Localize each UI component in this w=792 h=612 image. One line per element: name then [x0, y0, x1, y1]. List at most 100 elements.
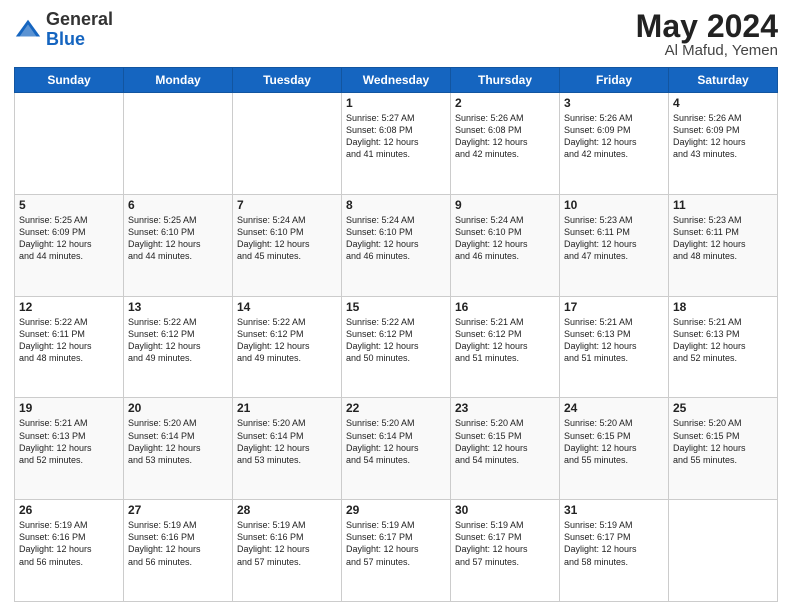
day-number: 29: [346, 503, 446, 517]
day-number: 25: [673, 401, 773, 415]
day-info: Sunrise: 5:21 AM Sunset: 6:13 PM Dayligh…: [564, 316, 664, 365]
day-cell-9: 9Sunrise: 5:24 AM Sunset: 6:10 PM Daylig…: [451, 194, 560, 296]
day-cell-1: 1 Sunrise: 5:27 AM Sunset: 6:08 PM Daylig…: [342, 93, 451, 195]
day-cell-6: 6 Sunrise: 5:25 AM Sunset: 6:10 PM Daylig…: [124, 194, 233, 296]
page: General Blue May 2024 Al Mafud, Yemen Su…: [0, 0, 792, 612]
day-number: 1: [346, 96, 446, 110]
logo-general-text: General: [46, 9, 113, 29]
day-info: Sunrise: 5:19 AM Sunset: 6:16 PM Dayligh…: [237, 519, 337, 568]
day-info: Sunrise: 5:21 AM Sunset: 6:13 PM Dayligh…: [19, 417, 119, 466]
day-number: 26: [19, 503, 119, 517]
day-cell-8: 8 Sunrise: 5:24 AM Sunset: 6:10 PM Daylig…: [342, 194, 451, 296]
day-cell-31: 31Sunrise: 5:19 AM Sunset: 6:17 PM Dayli…: [560, 500, 669, 602]
logo-blue-text: Blue: [46, 29, 85, 49]
day-number: 20: [128, 401, 228, 415]
day-info: Sunrise: 5:19 AM Sunset: 6:16 PM Dayligh…: [19, 519, 119, 568]
day-info: Sunrise: 5:26 AM Sunset: 6:09 PM Dayligh…: [673, 112, 773, 161]
day-number: 30: [455, 503, 555, 517]
weekday-thursday: Thursday: [451, 68, 560, 93]
day-info: Sunrise: 5:24 AM Sunset: 6:10 PM Dayligh…: [346, 214, 446, 263]
logo-text: General Blue: [46, 10, 113, 50]
day-info: Sunrise: 5:20 AM Sunset: 6:15 PM Dayligh…: [564, 417, 664, 466]
day-cell-25: 25 Sunrise: 5:20 AM Sunset: 6:15 PM Dayli…: [669, 398, 778, 500]
weekday-tuesday: Tuesday: [233, 68, 342, 93]
day-info: Sunrise: 5:26 AM Sunset: 6:08 PM Dayligh…: [455, 112, 555, 161]
day-info: Sunrise: 5:20 AM Sunset: 6:14 PM Dayligh…: [237, 417, 337, 466]
title-location: Al Mafud, Yemen: [636, 42, 778, 59]
day-cell-14: 14 Sunrise: 5:22 AM Sunset: 6:12 PM Dayli…: [233, 296, 342, 398]
week-row-2: 12Sunrise: 5:22 AM Sunset: 6:11 PM Dayli…: [15, 296, 778, 398]
day-info: Sunrise: 5:25 AM Sunset: 6:10 PM Dayligh…: [128, 214, 228, 263]
day-cell-19: 19 Sunrise: 5:21 AM Sunset: 6:13 PM Dayli…: [15, 398, 124, 500]
day-info: Sunrise: 5:23 AM Sunset: 6:11 PM Dayligh…: [564, 214, 664, 263]
title-month: May 2024: [636, 10, 778, 42]
day-cell-24: 24 Sunrise: 5:20 AM Sunset: 6:15 PM Dayli…: [560, 398, 669, 500]
day-info: Sunrise: 5:24 AM Sunset: 6:10 PM Dayligh…: [455, 214, 555, 263]
week-row-3: 19 Sunrise: 5:21 AM Sunset: 6:13 PM Dayli…: [15, 398, 778, 500]
day-number: 15: [346, 300, 446, 314]
day-number: 19: [19, 401, 119, 415]
weekday-monday: Monday: [124, 68, 233, 93]
weekday-friday: Friday: [560, 68, 669, 93]
day-cell-17: 17 Sunrise: 5:21 AM Sunset: 6:13 PM Dayli…: [560, 296, 669, 398]
day-number: 24: [564, 401, 664, 415]
day-info: Sunrise: 5:22 AM Sunset: 6:12 PM Dayligh…: [128, 316, 228, 365]
calendar-table: SundayMondayTuesdayWednesdayThursdayFrid…: [14, 67, 778, 602]
day-cell-5: 5Sunrise: 5:25 AM Sunset: 6:09 PM Daylig…: [15, 194, 124, 296]
logo: General Blue: [14, 10, 113, 50]
day-number: 23: [455, 401, 555, 415]
day-number: 8: [346, 198, 446, 212]
day-number: 18: [673, 300, 773, 314]
empty-cell: [669, 500, 778, 602]
empty-cell: [124, 93, 233, 195]
day-cell-11: 11Sunrise: 5:23 AM Sunset: 6:11 PM Dayli…: [669, 194, 778, 296]
day-cell-15: 15 Sunrise: 5:22 AM Sunset: 6:12 PM Dayli…: [342, 296, 451, 398]
weekday-sunday: Sunday: [15, 68, 124, 93]
day-number: 2: [455, 96, 555, 110]
day-info: Sunrise: 5:21 AM Sunset: 6:13 PM Dayligh…: [673, 316, 773, 365]
day-cell-10: 10 Sunrise: 5:23 AM Sunset: 6:11 PM Dayli…: [560, 194, 669, 296]
day-info: Sunrise: 5:19 AM Sunset: 6:17 PM Dayligh…: [564, 519, 664, 568]
day-cell-13: 13 Sunrise: 5:22 AM Sunset: 6:12 PM Dayli…: [124, 296, 233, 398]
weekday-header-row: SundayMondayTuesdayWednesdayThursdayFrid…: [15, 68, 778, 93]
day-info: Sunrise: 5:19 AM Sunset: 6:17 PM Dayligh…: [346, 519, 446, 568]
day-cell-30: 30 Sunrise: 5:19 AM Sunset: 6:17 PM Dayli…: [451, 500, 560, 602]
day-info: Sunrise: 5:22 AM Sunset: 6:12 PM Dayligh…: [346, 316, 446, 365]
weekday-saturday: Saturday: [669, 68, 778, 93]
weekday-wednesday: Wednesday: [342, 68, 451, 93]
week-row-0: 1 Sunrise: 5:27 AM Sunset: 6:08 PM Daylig…: [15, 93, 778, 195]
day-number: 14: [237, 300, 337, 314]
empty-cell: [15, 93, 124, 195]
day-info: Sunrise: 5:27 AM Sunset: 6:08 PM Dayligh…: [346, 112, 446, 161]
day-number: 6: [128, 198, 228, 212]
day-number: 22: [346, 401, 446, 415]
day-info: Sunrise: 5:22 AM Sunset: 6:11 PM Dayligh…: [19, 316, 119, 365]
day-info: Sunrise: 5:20 AM Sunset: 6:14 PM Dayligh…: [128, 417, 228, 466]
empty-cell: [233, 93, 342, 195]
day-cell-27: 27Sunrise: 5:19 AM Sunset: 6:16 PM Dayli…: [124, 500, 233, 602]
day-cell-12: 12Sunrise: 5:22 AM Sunset: 6:11 PM Dayli…: [15, 296, 124, 398]
day-cell-26: 26 Sunrise: 5:19 AM Sunset: 6:16 PM Dayli…: [15, 500, 124, 602]
day-cell-18: 18 Sunrise: 5:21 AM Sunset: 6:13 PM Dayli…: [669, 296, 778, 398]
day-cell-22: 22 Sunrise: 5:20 AM Sunset: 6:14 PM Dayli…: [342, 398, 451, 500]
day-info: Sunrise: 5:23 AM Sunset: 6:11 PM Dayligh…: [673, 214, 773, 263]
day-info: Sunrise: 5:20 AM Sunset: 6:15 PM Dayligh…: [455, 417, 555, 466]
day-info: Sunrise: 5:26 AM Sunset: 6:09 PM Dayligh…: [564, 112, 664, 161]
week-row-1: 5Sunrise: 5:25 AM Sunset: 6:09 PM Daylig…: [15, 194, 778, 296]
day-info: Sunrise: 5:19 AM Sunset: 6:17 PM Dayligh…: [455, 519, 555, 568]
day-number: 17: [564, 300, 664, 314]
title-block: May 2024 Al Mafud, Yemen: [636, 10, 778, 59]
day-info: Sunrise: 5:19 AM Sunset: 6:16 PM Dayligh…: [128, 519, 228, 568]
day-info: Sunrise: 5:20 AM Sunset: 6:15 PM Dayligh…: [673, 417, 773, 466]
header: General Blue May 2024 Al Mafud, Yemen: [14, 10, 778, 59]
day-info: Sunrise: 5:20 AM Sunset: 6:14 PM Dayligh…: [346, 417, 446, 466]
day-info: Sunrise: 5:21 AM Sunset: 6:12 PM Dayligh…: [455, 316, 555, 365]
day-info: Sunrise: 5:25 AM Sunset: 6:09 PM Dayligh…: [19, 214, 119, 263]
day-cell-3: 3 Sunrise: 5:26 AM Sunset: 6:09 PM Daylig…: [560, 93, 669, 195]
day-cell-4: 4Sunrise: 5:26 AM Sunset: 6:09 PM Daylig…: [669, 93, 778, 195]
week-row-4: 26 Sunrise: 5:19 AM Sunset: 6:16 PM Dayli…: [15, 500, 778, 602]
day-number: 13: [128, 300, 228, 314]
day-number: 10: [564, 198, 664, 212]
day-info: Sunrise: 5:22 AM Sunset: 6:12 PM Dayligh…: [237, 316, 337, 365]
day-number: 3: [564, 96, 664, 110]
